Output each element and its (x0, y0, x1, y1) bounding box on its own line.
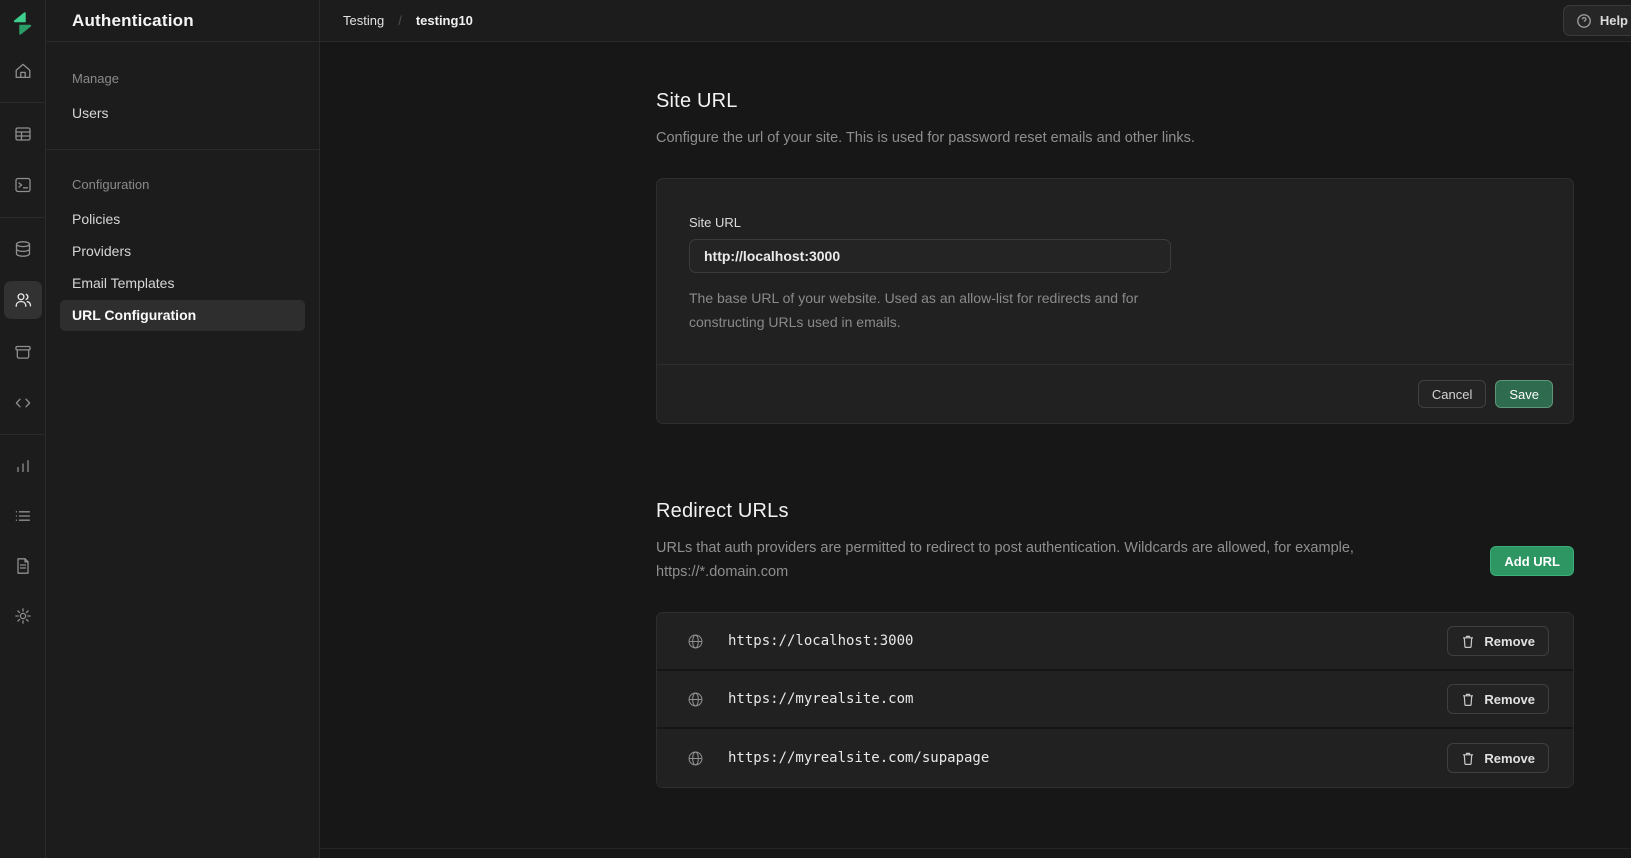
site-url-input[interactable] (689, 239, 1171, 273)
globe-icon (687, 633, 704, 650)
site-url-field-help: The base URL of your website. Used as an… (689, 286, 1194, 334)
page-title: Authentication (72, 11, 194, 31)
redirect-url-value: https://myrealsite.com (728, 691, 1447, 707)
breadcrumb-project[interactable]: Testing (343, 13, 384, 28)
trash-icon (1461, 692, 1475, 707)
save-button[interactable]: Save (1495, 380, 1553, 408)
redirect-url-value: https://myrealsite.com/supapage (728, 750, 1447, 766)
logs-icon[interactable] (0, 491, 46, 541)
sidebar-divider (46, 149, 319, 150)
redirect-url-row: https://myrealsite.com/supapage Remove (657, 729, 1573, 787)
rail-divider (0, 102, 46, 103)
storage-icon[interactable] (0, 326, 46, 378)
breadcrumb-branch[interactable]: testing10 (416, 13, 473, 28)
rail-divider (0, 217, 46, 218)
database-icon[interactable] (0, 224, 46, 274)
remove-url-button[interactable]: Remove (1447, 684, 1549, 714)
redirect-urls-section: Redirect URLs URLs that auth providers a… (656, 500, 1574, 788)
sidebar-item-email-templates[interactable]: Email Templates (60, 268, 305, 299)
auth-users-icon[interactable] (0, 274, 46, 326)
api-docs-icon[interactable] (0, 541, 46, 591)
remove-button-label: Remove (1484, 634, 1535, 649)
auth-sidebar: Authentication Manage Users Configuratio… (46, 0, 320, 858)
supabase-logo[interactable] (0, 0, 45, 46)
redirect-url-row: https://localhost:3000 Remove (657, 613, 1573, 671)
remove-url-button[interactable]: Remove (1447, 626, 1549, 656)
cancel-button[interactable]: Cancel (1418, 380, 1486, 408)
remove-button-label: Remove (1484, 692, 1535, 707)
nav-section-manage: Manage (72, 66, 305, 92)
sidebar-nav: Manage Users Configuration Policies Prov… (46, 42, 319, 331)
sidebar-header: Authentication (46, 0, 319, 42)
site-url-heading: Site URL (656, 90, 1574, 113)
trash-icon (1461, 751, 1475, 766)
home-icon[interactable] (0, 46, 46, 96)
redirect-url-row: https://myrealsite.com Remove (657, 671, 1573, 729)
breadcrumb-separator: / (398, 13, 402, 28)
sidebar-item-url-configuration[interactable]: URL Configuration (60, 300, 305, 331)
help-icon (1576, 13, 1592, 29)
remove-url-button[interactable]: Remove (1447, 743, 1549, 773)
remove-button-label: Remove (1484, 751, 1535, 766)
site-url-field-label: Site URL (689, 215, 1541, 230)
settings-gear-icon[interactable] (0, 591, 46, 641)
help-button-label: Help (1600, 13, 1628, 28)
sql-editor-icon[interactable] (0, 159, 46, 211)
sidebar-item-users[interactable]: Users (60, 98, 305, 129)
sidebar-item-providers[interactable]: Providers (60, 236, 305, 267)
site-url-description: Configure the url of your site. This is … (656, 126, 1574, 150)
site-url-section: Site URL Configure the url of your site.… (656, 90, 1574, 424)
content-bottom-divider (320, 848, 1631, 849)
site-url-card: Site URL The base URL of your website. U… (656, 178, 1574, 424)
nav-section-configuration: Configuration (72, 172, 305, 198)
redirect-urls-description: URLs that auth providers are permitted t… (656, 536, 1446, 584)
icon-rail (0, 0, 46, 858)
redirect-url-value: https://localhost:3000 (728, 633, 1447, 649)
edge-functions-icon[interactable] (0, 378, 46, 428)
trash-icon (1461, 634, 1475, 649)
globe-icon (687, 691, 704, 708)
sidebar-item-policies[interactable]: Policies (60, 204, 305, 235)
reports-icon[interactable] (0, 441, 46, 491)
redirect-urls-heading: Redirect URLs (656, 500, 1574, 523)
site-url-card-footer: Cancel Save (657, 364, 1573, 423)
main-content: Site URL Configure the url of your site.… (320, 42, 1631, 858)
top-bar: Testing / testing10 Help (320, 0, 1631, 42)
globe-icon (687, 750, 704, 767)
help-button[interactable]: Help (1563, 5, 1631, 36)
redirect-url-list: https://localhost:3000 Remove https://my… (656, 612, 1574, 788)
table-editor-icon[interactable] (0, 109, 46, 159)
rail-divider (0, 434, 46, 435)
add-url-button[interactable]: Add URL (1490, 546, 1574, 576)
